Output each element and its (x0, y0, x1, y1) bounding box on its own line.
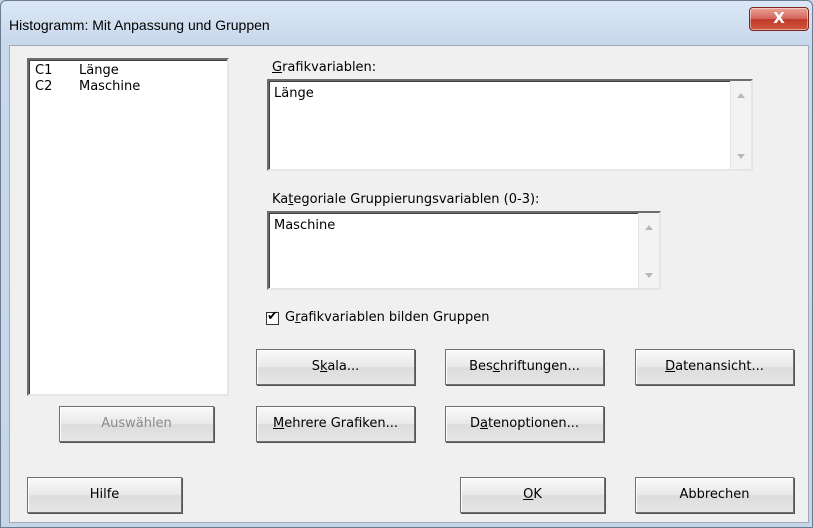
scroll-down-icon[interactable] (737, 154, 745, 159)
variable-column: C1 (35, 63, 53, 78)
dialog-client-area: C1 Länge C2 Maschine Grafikvariablen: Lä… (9, 45, 809, 523)
help-button[interactable]: Hilfe (27, 477, 182, 513)
variable-list[interactable]: C1 Länge C2 Maschine (27, 58, 229, 396)
groups-checkbox[interactable]: ✔ (266, 309, 279, 325)
ok-button[interactable]: OK (460, 477, 605, 513)
groups-checkbox-label[interactable]: Grafikvariablen bilden Gruppen (285, 310, 489, 325)
data-options-button[interactable]: Datenoptionen... (445, 406, 604, 442)
scroll-up-icon[interactable] (737, 93, 745, 98)
variable-column: C2 (35, 79, 53, 94)
close-button[interactable]: X (749, 7, 809, 31)
scale-button[interactable]: Skala... (256, 349, 415, 385)
scroll-down-icon[interactable] (645, 273, 653, 278)
graph-variables-scrollbar[interactable] (730, 81, 751, 169)
cancel-button[interactable]: Abbrechen (635, 477, 794, 513)
graph-variables-field[interactable]: Länge (267, 79, 753, 171)
select-button[interactable]: Auswählen (59, 406, 214, 442)
labels-button[interactable]: Beschriftungen... (445, 349, 604, 385)
grouping-variables-value: Maschine (274, 218, 336, 233)
close-icon: X (773, 9, 785, 27)
scroll-up-icon[interactable] (645, 225, 653, 230)
graph-variables-label: Grafikvariablen: (272, 60, 377, 75)
grouping-variables-field[interactable]: Maschine (267, 211, 661, 290)
dialog-window: Histogramm: Mit Anpassung und Gruppen X … (0, 0, 813, 528)
grouping-variables-scrollbar[interactable] (638, 213, 659, 288)
data-view-button[interactable]: Datenansicht... (635, 349, 794, 385)
title-bar: Histogramm: Mit Anpassung und Gruppen X (1, 1, 812, 45)
window-title: Histogramm: Mit Anpassung und Gruppen (9, 17, 270, 33)
checkmark-icon: ✔ (267, 309, 278, 324)
graph-variables-value: Länge (274, 86, 314, 101)
grouping-variables-label: Kategoriale Gruppierungsvariablen (0-3): (272, 192, 540, 207)
multiple-graphs-button[interactable]: Mehrere Grafiken... (256, 406, 415, 442)
variable-name: Länge (79, 63, 119, 78)
variable-name: Maschine (79, 79, 141, 94)
